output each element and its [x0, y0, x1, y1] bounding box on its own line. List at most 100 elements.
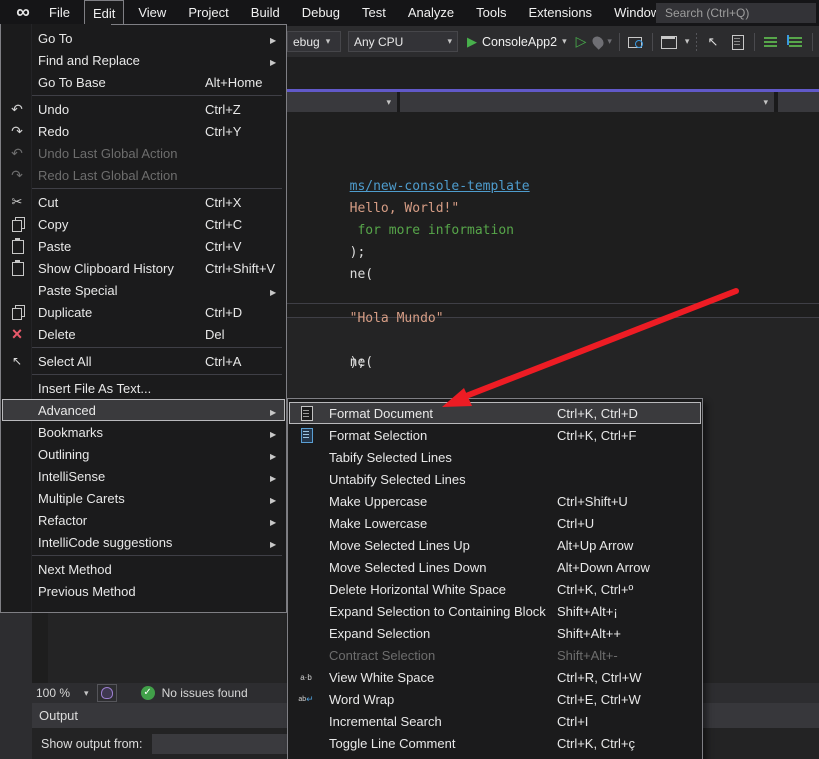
- health-status-text[interactable]: No issues found: [162, 686, 248, 700]
- text-lines-icon-a[interactable]: [762, 33, 780, 51]
- menu-item-label: Delete: [32, 327, 205, 342]
- menu-item-shortcut: Alt+Home: [205, 75, 270, 90]
- menu-item-duplicate[interactable]: Duplicate Ctrl+D: [2, 301, 285, 323]
- menu-item-shortcut: Shift+Alt+¡: [557, 604, 686, 619]
- start-debugging-button[interactable]: ▶ ConsoleApp2 ▾: [465, 34, 569, 50]
- menubar-item-tools[interactable]: Tools: [468, 0, 514, 25]
- nav-type-dropdown[interactable]: ▾: [400, 92, 774, 112]
- menu-item-label: Undo Last Global Action: [32, 146, 205, 161]
- menu-item-find-and-replace[interactable]: Find and Replace: [2, 49, 285, 71]
- view-white-space-icon: [289, 666, 323, 688]
- menubar-item-extensions[interactable]: Extensions: [520, 0, 600, 25]
- menu-item-intellisense[interactable]: IntelliSense: [2, 465, 285, 487]
- menubar-item-build[interactable]: Build: [243, 0, 288, 25]
- menu-item-copy[interactable]: Copy Ctrl+C: [2, 213, 285, 235]
- select-all-icon: [2, 350, 32, 372]
- menu-item-refactor[interactable]: Refactor: [2, 509, 285, 531]
- menu-item-label: Incremental Search: [323, 714, 557, 729]
- submenu-arrow-icon: [270, 31, 285, 46]
- document-icon[interactable]: [729, 33, 747, 51]
- menu-item-go-to[interactable]: Go To: [2, 27, 285, 49]
- clipboard-history-icon: [2, 257, 32, 279]
- menu-item-select-all[interactable]: Select All Ctrl+A: [2, 350, 285, 372]
- chevron-down-icon: ▾: [386, 97, 391, 108]
- toolbar-separator: [652, 33, 653, 51]
- zoom-level-dropdown[interactable]: 100 %: [36, 686, 70, 700]
- menu-item-previous-method[interactable]: Previous Method: [2, 580, 285, 602]
- menubar-item-edit[interactable]: Edit: [84, 0, 124, 25]
- redo-icon: [2, 120, 32, 142]
- menu-item-undo[interactable]: Undo Ctrl+Z: [2, 98, 285, 120]
- solution-configuration-dropdown[interactable]: ebug▾: [287, 31, 341, 52]
- menu-item-insert-file-as-text[interactable]: Insert File As Text...: [2, 377, 285, 399]
- menubar-item-analyze[interactable]: Analyze: [400, 0, 462, 25]
- submenu-arrow-icon: [270, 535, 285, 550]
- menu-item-redo[interactable]: Redo Ctrl+Y: [2, 120, 285, 142]
- hot-reload-button[interactable]: ▾: [593, 36, 612, 48]
- submenu-item-delete-horizontal-white-space[interactable]: Delete Horizontal White Space Ctrl+K, Ct…: [289, 578, 701, 600]
- menu-item-paste[interactable]: Paste Ctrl+V: [2, 235, 285, 257]
- code-token: ne(: [350, 355, 373, 370]
- submenu-item-word-wrap[interactable]: Word Wrap Ctrl+E, Ctrl+W: [289, 688, 701, 710]
- menubar-item-view[interactable]: View: [130, 0, 174, 25]
- menu-item-label: Previous Method: [32, 584, 205, 599]
- start-without-debugging-icon[interactable]: ▷: [576, 33, 587, 50]
- format-document-icon: [289, 402, 323, 424]
- menu-item-undo-last-global-action[interactable]: Undo Last Global Action: [2, 142, 285, 164]
- menu-item-label: Word Wrap: [323, 692, 557, 707]
- chevron-down-icon[interactable]: ▾: [84, 688, 89, 699]
- redo-icon: [2, 164, 32, 186]
- menu-item-advanced[interactable]: Advanced: [2, 399, 285, 421]
- menu-item-multiple-carets[interactable]: Multiple Carets: [2, 487, 285, 509]
- menu-item-intellicode-suggestions[interactable]: IntelliCode suggestions: [2, 531, 285, 553]
- submenu-item-format-selection[interactable]: Format Selection Ctrl+K, Ctrl+F: [289, 424, 701, 446]
- cut-icon: [2, 191, 32, 213]
- submenu-arrow-icon: [270, 53, 285, 68]
- menu-item-redo-last-global-action[interactable]: Redo Last Global Action: [2, 164, 285, 186]
- submenu-item-expand-selection-to-containing-block[interactable]: Expand Selection to Containing Block Shi…: [289, 600, 701, 622]
- submenu-item-move-selected-lines-up[interactable]: Move Selected Lines Up Alt+Up Arrow: [289, 534, 701, 556]
- menu-item-show-clipboard-history[interactable]: Show Clipboard History Ctrl+Shift+V: [2, 257, 285, 279]
- submenu-item-tabify-selected-lines[interactable]: Tabify Selected Lines: [289, 446, 701, 468]
- menu-item-outlining[interactable]: Outlining: [2, 443, 285, 465]
- menu-bar: ∞ File Edit View Project Build Debug Tes…: [0, 0, 819, 26]
- window-icon[interactable]: [660, 33, 678, 51]
- submenu-item-toggle-line-comment[interactable]: Toggle Line Comment Ctrl+K, Ctrl+ç: [289, 732, 701, 754]
- submenu-item-incremental-search[interactable]: Incremental Search Ctrl+I: [289, 710, 701, 732]
- menubar-item-file[interactable]: File: [41, 0, 78, 25]
- folder-search-icon[interactable]: [627, 33, 645, 51]
- menu-item-shortcut: Shift+Alt+-: [557, 648, 686, 663]
- menubar-item-debug[interactable]: Debug: [294, 0, 348, 25]
- menu-item-shortcut: Ctrl+X: [205, 195, 270, 210]
- submenu-item-make-lowercase[interactable]: Make Lowercase Ctrl+U: [289, 512, 701, 534]
- submenu-item-make-uppercase[interactable]: Make Uppercase Ctrl+Shift+U: [289, 490, 701, 512]
- menu-item-cut[interactable]: Cut Ctrl+X: [2, 191, 285, 213]
- menu-item-shortcut: Ctrl+D: [205, 305, 270, 320]
- search-input[interactable]: Search (Ctrl+Q): [656, 3, 816, 23]
- menu-item-label: Expand Selection to Containing Block: [323, 604, 557, 619]
- intellicode-button[interactable]: [97, 684, 117, 702]
- submenu-item-contract-selection[interactable]: Contract Selection Shift+Alt+-: [289, 644, 701, 666]
- menu-item-label: Move Selected Lines Down: [323, 560, 557, 575]
- menu-item-label: Next Method: [32, 562, 205, 577]
- submenu-item-expand-selection[interactable]: Expand Selection Shift+Alt++: [289, 622, 701, 644]
- text-lines-icon-b[interactable]: [787, 33, 805, 51]
- submenu-item-move-selected-lines-down[interactable]: Move Selected Lines Down Alt+Down Arrow: [289, 556, 701, 578]
- submenu-item-view-white-space[interactable]: View White Space Ctrl+R, Ctrl+W: [289, 666, 701, 688]
- menu-item-bookmarks[interactable]: Bookmarks: [2, 421, 285, 443]
- submenu-item-format-document[interactable]: Format Document Ctrl+K, Ctrl+D: [289, 402, 701, 424]
- menubar-item-test[interactable]: Test: [354, 0, 394, 25]
- nav-member-dropdown[interactable]: [778, 92, 819, 112]
- menu-item-next-method[interactable]: Next Method: [2, 558, 285, 580]
- menu-item-paste-special[interactable]: Paste Special: [2, 279, 285, 301]
- chevron-down-icon[interactable]: ▾: [685, 36, 690, 47]
- menubar-item-project[interactable]: Project: [180, 0, 236, 25]
- menu-item-go-to-base[interactable]: Go To Base Alt+Home: [2, 71, 285, 93]
- submenu-item-untabify-selected-lines[interactable]: Untabify Selected Lines: [289, 468, 701, 490]
- pointer-icon[interactable]: [704, 33, 722, 51]
- menu-item-delete[interactable]: Delete Del: [2, 323, 285, 345]
- edit-menu: Go To Find and Replace Go To Base Alt+Ho…: [0, 24, 287, 613]
- code-content[interactable]: ms/new-console-template for more informa…: [287, 110, 530, 308]
- solution-platform-dropdown[interactable]: Any CPU▾: [348, 31, 458, 52]
- show-output-from-dropdown[interactable]: [152, 734, 297, 754]
